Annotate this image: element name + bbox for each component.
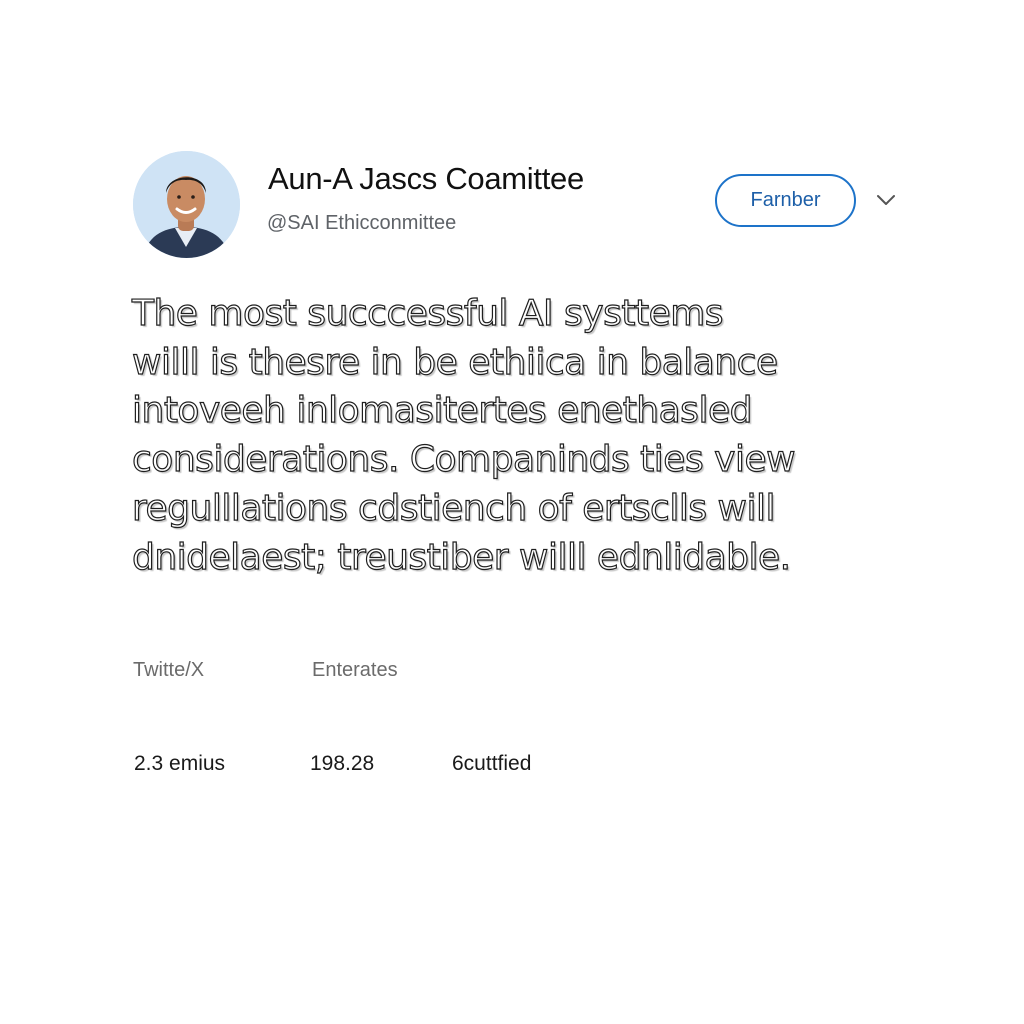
post-text-line: The most succcessful AI systtems	[131, 292, 724, 334]
follow-button[interactable]: Farnber	[715, 174, 856, 227]
post-text-line: considerations. Companinds ties view	[131, 439, 796, 481]
post-card: Aun-A Jascs Coamittee @SAI Ethicconmitte…	[0, 0, 1024, 1024]
stat-third: 6cuttfied	[452, 752, 532, 775]
post-text: The most succcessful AI systtems willl i…	[131, 290, 892, 582]
post-text-line: intoveeh inlomasitertes enethasled	[131, 390, 753, 432]
stat-count: 198.28	[310, 752, 375, 775]
stat-views: 2.3 emius	[134, 752, 226, 775]
chevron-down-icon[interactable]	[875, 192, 897, 208]
user-handle[interactable]: @SAI Ethicconmittee	[267, 212, 456, 235]
post-text-line: willl is thesre in be ethiica in balance	[131, 341, 778, 383]
display-name[interactable]: Aun-A Jascs Coamittee	[268, 161, 584, 197]
person-portrait-icon	[133, 151, 240, 258]
post-text-line: regulllations cdstiench of ertsclls will	[131, 487, 776, 529]
avatar[interactable]	[133, 151, 240, 258]
post-text-line: dnidelaest; treustiber willl ednlidable.	[131, 536, 791, 578]
source-label: Twitte/X	[133, 659, 205, 681]
engagement-label: Enterates	[312, 659, 398, 681]
